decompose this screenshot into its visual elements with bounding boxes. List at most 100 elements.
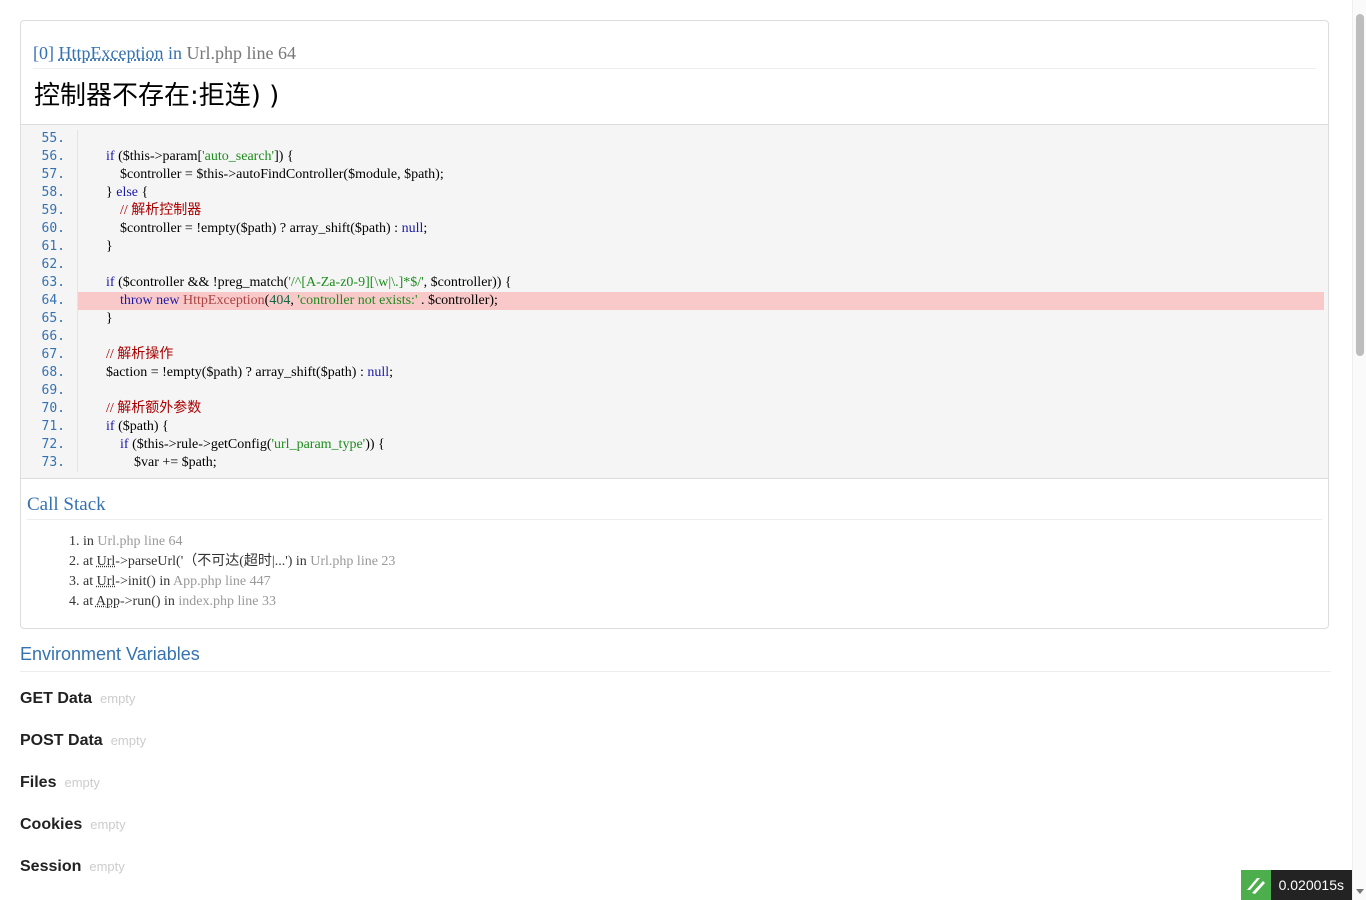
line-number: 56. [21, 148, 78, 166]
env-section-name: GET Data [20, 690, 93, 707]
line-code: $var += $path; [78, 455, 217, 470]
line-code: // 解析额外参数 [106, 401, 202, 416]
line-number: 58. [21, 184, 78, 202]
source-line: 58. } else { [21, 184, 1324, 202]
source-line: 73. $var += $path; [21, 454, 1324, 472]
line-code: } [78, 311, 113, 326]
call-class[interactable]: Url [97, 554, 116, 569]
line-number: 60. [21, 220, 78, 238]
env-section-value: empty [64, 775, 100, 790]
source-line: 65. } [21, 310, 1324, 328]
line-number: 65. [21, 310, 78, 328]
call-prefix: in [83, 534, 94, 549]
exception-in-label: in [167, 43, 182, 63]
exception-index: [0] [33, 43, 54, 63]
line-number: 61. [21, 238, 78, 256]
env-section: Files empty [20, 762, 1331, 804]
thinkphp-logo-icon[interactable] [1240, 870, 1271, 900]
source-line: 60. $controller = !empty($path) ? array_… [21, 220, 1324, 238]
call-stack-item: at Url->parseUrl('（不可达(超时|...') in Url.p… [83, 552, 1322, 572]
exception-info: [0] HttpException in Url.php line 64 控制器… [21, 21, 1328, 123]
source-line: 67. // 解析操作 [21, 346, 1324, 364]
scrollbar-thumb[interactable] [1356, 14, 1364, 356]
line-code: if ($this->param['auto_search']) { [106, 149, 294, 164]
call-stack: Call Stack in Url.php line 64at Url->par… [21, 479, 1328, 612]
line-code: // 解析控制器 [120, 203, 202, 218]
line-code: // 解析操作 [106, 347, 174, 362]
env-section-value: empty [100, 691, 136, 706]
line-number: 64. [21, 292, 78, 310]
exception-header: [0] HttpException in Url.php line 64 [33, 21, 1316, 69]
source-line-error: 64. throw new HttpException(404, 'contro… [21, 292, 1324, 310]
page-trace-bar[interactable]: 0.020015s [1240, 870, 1352, 900]
line-code: if ($controller && !preg_match('/^[A-Za-… [106, 275, 512, 290]
call-prefix: at [83, 554, 94, 569]
source-line: 70. // 解析额外参数 [21, 400, 1324, 418]
line-number: 57. [21, 166, 78, 184]
line-code: } [78, 239, 113, 254]
env-section-name: Cookies [20, 816, 83, 833]
source-line: 57. $controller = $this->autoFindControl… [21, 166, 1324, 184]
env-section-value: empty [90, 817, 126, 832]
call-location: Url.php line 64 [97, 534, 183, 549]
execution-time[interactable]: 0.020015s [1270, 870, 1352, 900]
line-number: 70. [21, 400, 78, 418]
env-section: Session empty [20, 846, 1331, 888]
env-section-value: empty [110, 733, 147, 748]
source-line: 62. [21, 256, 1324, 274]
source-line: 61. } [21, 238, 1324, 256]
env-section: POST Data empty [20, 720, 1331, 762]
environment-title: Environment Variables [20, 640, 1331, 672]
exception-location: Url.php line 64 [186, 43, 297, 63]
call-stack-item: in Url.php line 64 [83, 532, 1322, 552]
env-section-name: Session [20, 858, 82, 875]
line-code: if ($this->rule->getConfig('url_param_ty… [120, 437, 385, 452]
line-code: throw new HttpException(404, 'controller… [78, 292, 1324, 310]
exception-message: 控制器不存在:拒连) ) [34, 81, 280, 111]
line-code: } else { [78, 185, 149, 200]
source-line: 66. [21, 328, 1324, 346]
call-stack-item: at App->run() in index.php line 33 [83, 592, 1322, 612]
line-number: 62. [21, 256, 78, 274]
line-number: 73. [21, 454, 78, 472]
source-line: 59. // 解析控制器 [21, 202, 1324, 220]
env-section: Cookies empty [20, 804, 1331, 846]
call-location: index.php line 33 [178, 594, 277, 609]
source-code: 55. 56. if ($this->param['auto_search']) … [21, 124, 1328, 479]
source-line: 71. if ($path) { [21, 418, 1324, 436]
scroll-down-arrow-icon[interactable] [1356, 889, 1364, 894]
source-line: 55. [21, 130, 1324, 148]
source-line: 72. if ($this->rule->getConfig('url_para… [21, 436, 1324, 454]
line-number: 66. [21, 328, 78, 346]
call-prefix: at [83, 594, 94, 609]
line-code: $controller = !empty($path) ? array_shif… [78, 221, 428, 236]
line-code: $controller = $this->autoFindController(… [78, 167, 444, 182]
call-class[interactable]: Url [97, 574, 116, 589]
call-class[interactable]: App [96, 594, 120, 609]
exception-class[interactable]: HttpException [59, 43, 164, 63]
line-number: 72. [21, 436, 78, 454]
source-line: 63. if ($controller && !preg_match('/^[A… [21, 274, 1324, 292]
vertical-scrollbar[interactable] [1352, 0, 1366, 900]
call-method: ->parseUrl('（不可达(超时|...') in [115, 554, 307, 569]
env-section-value: empty [89, 859, 125, 874]
call-prefix: at [83, 574, 94, 589]
line-number: 55. [21, 130, 78, 148]
source-line: 56. if ($this->param['auto_search']) { [21, 148, 1324, 166]
call-stack-list: in Url.php line 64at Url->parseUrl('（不可达… [27, 532, 1322, 612]
call-method: ->init() in [115, 574, 171, 589]
line-number: 63. [21, 274, 78, 292]
line-code: $action = !empty($path) ? array_shift($p… [78, 365, 394, 380]
environment-variables: Environment Variables GET Data empty POST … [20, 640, 1331, 888]
call-location: Url.php line 23 [310, 554, 396, 569]
env-section-name: POST Data [20, 732, 103, 749]
env-section: GET Data empty [20, 678, 1331, 720]
call-location: App.php line 447 [172, 574, 271, 589]
line-number: 71. [21, 418, 78, 436]
source-line: 69. [21, 382, 1324, 400]
call-stack-item: at Url->init() in App.php line 447 [83, 572, 1322, 592]
